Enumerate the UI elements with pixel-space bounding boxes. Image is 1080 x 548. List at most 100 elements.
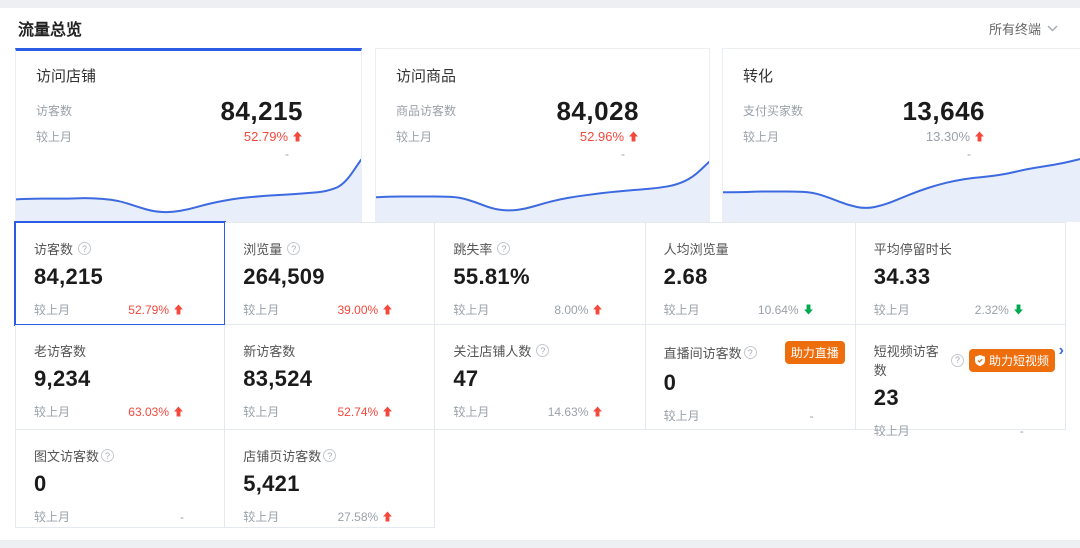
arrow-up-icon [382,406,393,417]
boost-livestream-badge[interactable]: 助力直播 [785,341,845,364]
metric-value: 84,215 [34,264,216,290]
change-percent: 52.79% [244,129,288,144]
compare-label: 较上月 [664,407,700,424]
compare-label: 较上月 [874,422,910,439]
metric-cell-returning-visitors[interactable]: 老访客数 9,234 较上月 63.03% [15,325,225,430]
panel-header: 流量总览 所有终端 [0,8,1080,48]
change-percent: 8.00% [554,303,588,317]
boost-short-video-badge[interactable]: 助力短视频 [969,349,1055,372]
metric-label: 人均浏览量 [664,239,729,258]
arrow-up-icon [382,511,393,522]
arrow-up-icon [974,131,985,142]
compare-label: 较上月 [743,128,803,146]
help-icon[interactable] [101,449,114,462]
metric-cell-shop-followers[interactable]: 关注店铺人数 47 较上月 14.63% [435,325,645,430]
help-icon[interactable] [287,242,300,255]
summary-card-shop-visits[interactable]: 访问店铺 访客数 较上月 84,215 52.79% - [15,48,362,222]
chevron-right-icon[interactable]: › [1059,343,1064,359]
change-percent: 52.79% [128,303,169,317]
help-icon[interactable] [78,242,91,255]
metric-cell-visitors[interactable]: 访客数 84,215 较上月 52.79% [15,222,225,325]
metric-value: 23 [874,385,1057,411]
chevron-down-icon [1047,25,1058,32]
metric-label: 浏览量 [243,239,282,258]
compare-label: 较上月 [34,508,70,525]
help-icon[interactable] [744,346,757,359]
change-percent: 39.00% [337,303,378,317]
metric-cell-image-text-visitors[interactable]: 图文访客数 0 较上月 - [15,430,225,528]
card-title: 访问店铺 [16,51,361,86]
arrow-up-icon [173,406,184,417]
metric-value: 47 [453,366,636,392]
shield-icon [975,355,985,366]
terminal-filter-label: 所有终端 [989,19,1041,38]
compare-label: 较上月 [396,128,456,146]
metric-cell-avg-stay-duration[interactable]: 平均停留时长 34.33 较上月 2.32% [856,222,1066,325]
arrow-up-icon [592,406,603,417]
metric-cell-bounce-rate[interactable]: 跳失率 55.81% 较上月 8.00% [435,222,645,325]
metric-label: 老访客数 [34,341,86,360]
arrow-down-icon [803,304,814,315]
help-icon[interactable] [497,242,510,255]
change-percent: 63.03% [128,405,169,419]
change-percent: 52.96% [580,129,624,144]
metric-value: 2.68 [664,264,847,290]
compare-label: 较上月 [34,403,70,420]
metric-value: 0 [664,370,847,396]
metric-label: 平均停留时长 [874,239,952,258]
help-icon[interactable] [951,354,964,367]
terminal-filter-dropdown[interactable]: 所有终端 [989,19,1058,38]
compare-label: 较上月 [664,301,700,318]
change-percent: 14.63% [548,405,589,419]
metric-value: 5,421 [243,471,426,497]
compare-label: 较上月 [243,508,279,525]
metric-cell-views-per-visitor[interactable]: 人均浏览量 2.68 较上月 10.64% [646,222,856,325]
metric-label: 新访客数 [243,341,295,360]
metric-cell-shop-page-visitors[interactable]: 店铺页访客数 5,421 较上月 27.58% [225,430,435,528]
metric-label: 店铺页访客数 [243,446,321,465]
change-percent: 52.74% [337,405,378,419]
arrow-up-icon [592,304,603,315]
metric-label: 图文访客数 [34,446,99,465]
change-percent: 2.32% [975,303,1009,317]
arrow-up-icon [628,131,639,142]
compare-label: 较上月 [453,301,489,318]
metric-cell-new-visitors[interactable]: 新访客数 83,524 较上月 52.74% [225,325,435,430]
change-percent: - [1020,424,1024,438]
card-title: 转化 [723,49,1080,86]
shop-visits-sparkline-chart [16,149,361,221]
summary-card-product-visits[interactable]: 访问商品 商品访客数 较上月 84,028 52.96% - [375,48,710,222]
conversion-sparkline-chart [723,149,1080,221]
compare-label: 较上月 [243,403,279,420]
traffic-overview-panel: 流量总览 所有终端 访问店铺 访客数 较上月 84,215 52.79% [0,8,1080,540]
metric-value: 55.81% [453,264,636,290]
metric-label: 跳失率 [453,239,492,258]
arrow-down-icon [1013,304,1024,315]
compare-label: 较上月 [874,301,910,318]
metric-label: 商品访客数 [396,98,456,124]
arrow-up-icon [173,304,184,315]
card-title: 访问商品 [376,49,709,86]
summary-card-conversion[interactable]: 转化 支付买家数 较上月 13,646 13.30% - [722,48,1080,222]
metric-label: 关注店铺人数 [453,341,531,360]
metric-cell-livestream-visitors[interactable]: 直播间访客数 助力直播 0 较上月 - [646,325,856,430]
change-percent: - [810,409,814,423]
change-percent: 13.30% [926,129,970,144]
help-icon[interactable] [323,449,336,462]
metric-label: 访客数 [36,98,72,124]
arrow-up-icon [382,304,393,315]
metric-label: 支付买家数 [743,98,803,124]
badge-label: 助力短视频 [989,352,1049,369]
badge-label: 助力直播 [791,344,839,361]
metric-value: 0 [34,471,216,497]
metric-cell-pageviews[interactable]: 浏览量 264,509 较上月 39.00% [225,222,435,325]
metric-value: 83,524 [243,366,426,392]
metric-value: 84,028 [556,98,639,124]
help-icon[interactable] [536,344,549,357]
change-percent: 27.58% [337,510,378,524]
arrow-up-icon [292,131,303,142]
metric-cell-short-video-visitors[interactable]: 短视频访客数 助力短视频 › 23 较上月 - [856,325,1066,430]
change-percent: 10.64% [758,303,799,317]
compare-label: 较上月 [34,301,70,318]
product-visits-sparkline-chart [376,149,709,221]
